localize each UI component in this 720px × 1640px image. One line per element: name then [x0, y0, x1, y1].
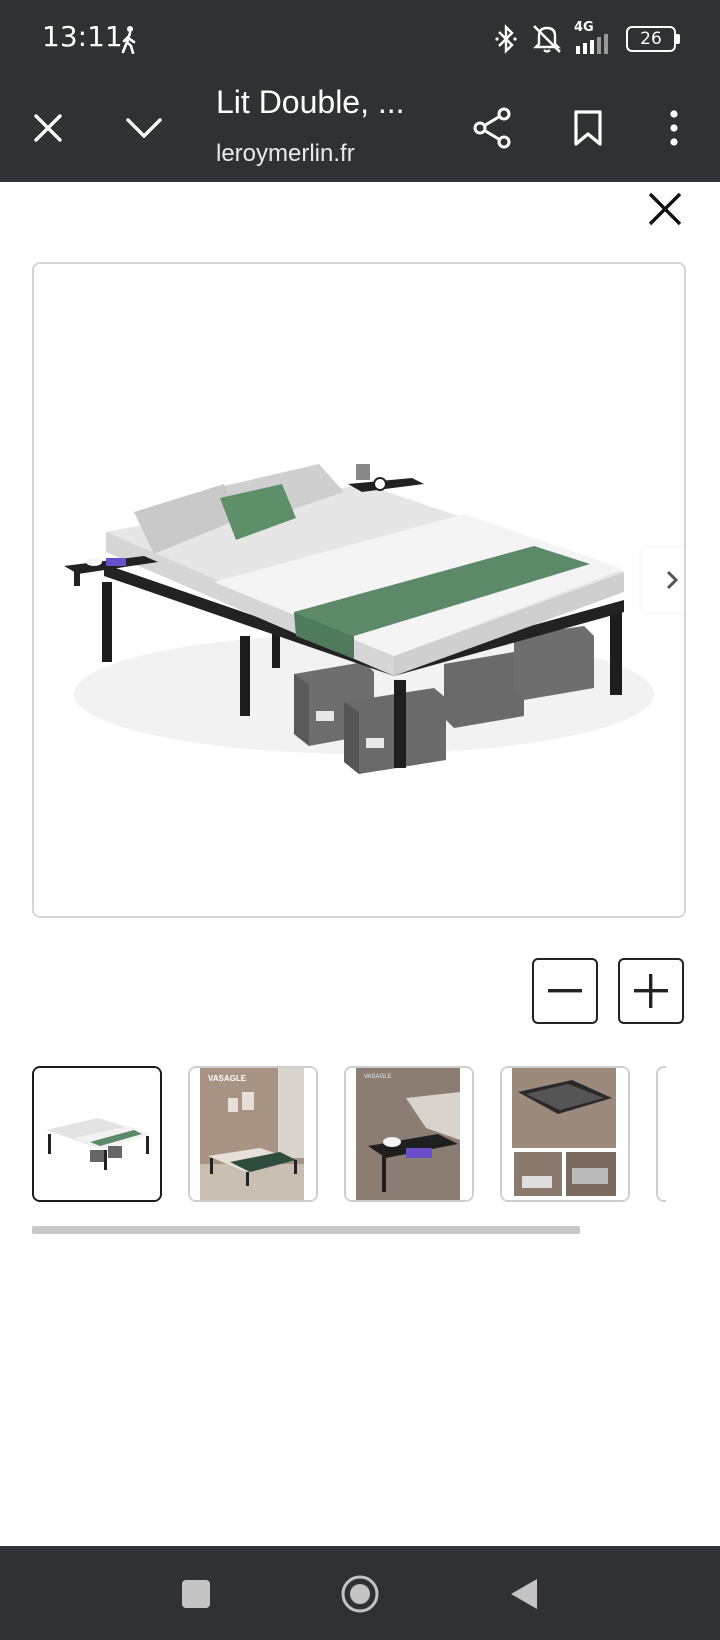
- thumbnail-2[interactable]: VASAGLE: [188, 1066, 318, 1202]
- network-type: 4G: [574, 20, 594, 35]
- thumbnail-5-partial[interactable]: [656, 1066, 666, 1202]
- plus-icon: [634, 974, 668, 1008]
- walking-icon: [121, 26, 136, 54]
- browser-toolbar: Lit Double, ... leroymerlin.fr: [0, 78, 720, 182]
- status-bar: 13:11 4G 26: [0, 0, 720, 78]
- thumbnail-scrollbar[interactable]: [32, 1226, 580, 1234]
- back-button[interactable]: [496, 1566, 552, 1622]
- thumbnail-strip: VASAGLE VASAGLE: [32, 1066, 720, 1202]
- close-viewer-button[interactable]: [640, 184, 690, 234]
- home-button[interactable]: [332, 1566, 388, 1622]
- chevron-right-icon: [666, 570, 679, 590]
- chevron-down-icon: [126, 118, 162, 139]
- bed-photo: [64, 464, 654, 774]
- page-url[interactable]: leroymerlin.fr: [216, 140, 355, 168]
- main-product-image[interactable]: [32, 262, 686, 918]
- share-icon: [473, 107, 511, 149]
- system-nav-bar: [0, 1546, 720, 1640]
- more-vert-icon: [670, 110, 678, 146]
- bookmark-icon: [574, 110, 602, 146]
- thumbnail-3-caption: VASAGLE: [364, 1074, 392, 1080]
- next-image-button[interactable]: [642, 548, 684, 612]
- back-triangle-icon: [511, 1579, 537, 1609]
- bookmark-button[interactable]: [558, 98, 618, 158]
- close-icon: [34, 114, 62, 142]
- square-icon: [182, 1580, 210, 1608]
- zoom-out-button[interactable]: [532, 958, 598, 1024]
- bluetooth-icon: [495, 24, 517, 54]
- share-button[interactable]: [462, 98, 522, 158]
- thumbnail-3[interactable]: VASAGLE: [344, 1066, 474, 1202]
- side-table-photo-icon: [346, 1068, 472, 1200]
- more-options-button[interactable]: [644, 98, 704, 158]
- storage-photo-icon: [502, 1068, 628, 1200]
- bedroom-photo-icon: [190, 1068, 316, 1200]
- thumbnail-1[interactable]: [32, 1066, 162, 1202]
- thumbnail-4[interactable]: [500, 1066, 630, 1202]
- home-circle-icon: [341, 1575, 379, 1613]
- recent-apps-button[interactable]: [168, 1566, 224, 1622]
- battery-indicator: 26: [626, 26, 680, 52]
- minimize-button[interactable]: [114, 98, 174, 158]
- bed-photo-icon: [34, 1068, 160, 1200]
- mute-bell-icon: [533, 25, 561, 53]
- page-title[interactable]: Lit Double, ...: [216, 84, 405, 121]
- minus-icon: [548, 989, 582, 993]
- zoom-in-button[interactable]: [618, 958, 684, 1024]
- thumbnail-2-caption: VASAGLE: [208, 1074, 247, 1083]
- status-time: 13:11: [42, 20, 123, 53]
- image-viewer: VASAGLE VASAGLE: [0, 182, 720, 1546]
- signal-icon: 4G: [574, 20, 622, 54]
- close-tab-button[interactable]: [18, 98, 78, 158]
- close-icon: [648, 192, 682, 226]
